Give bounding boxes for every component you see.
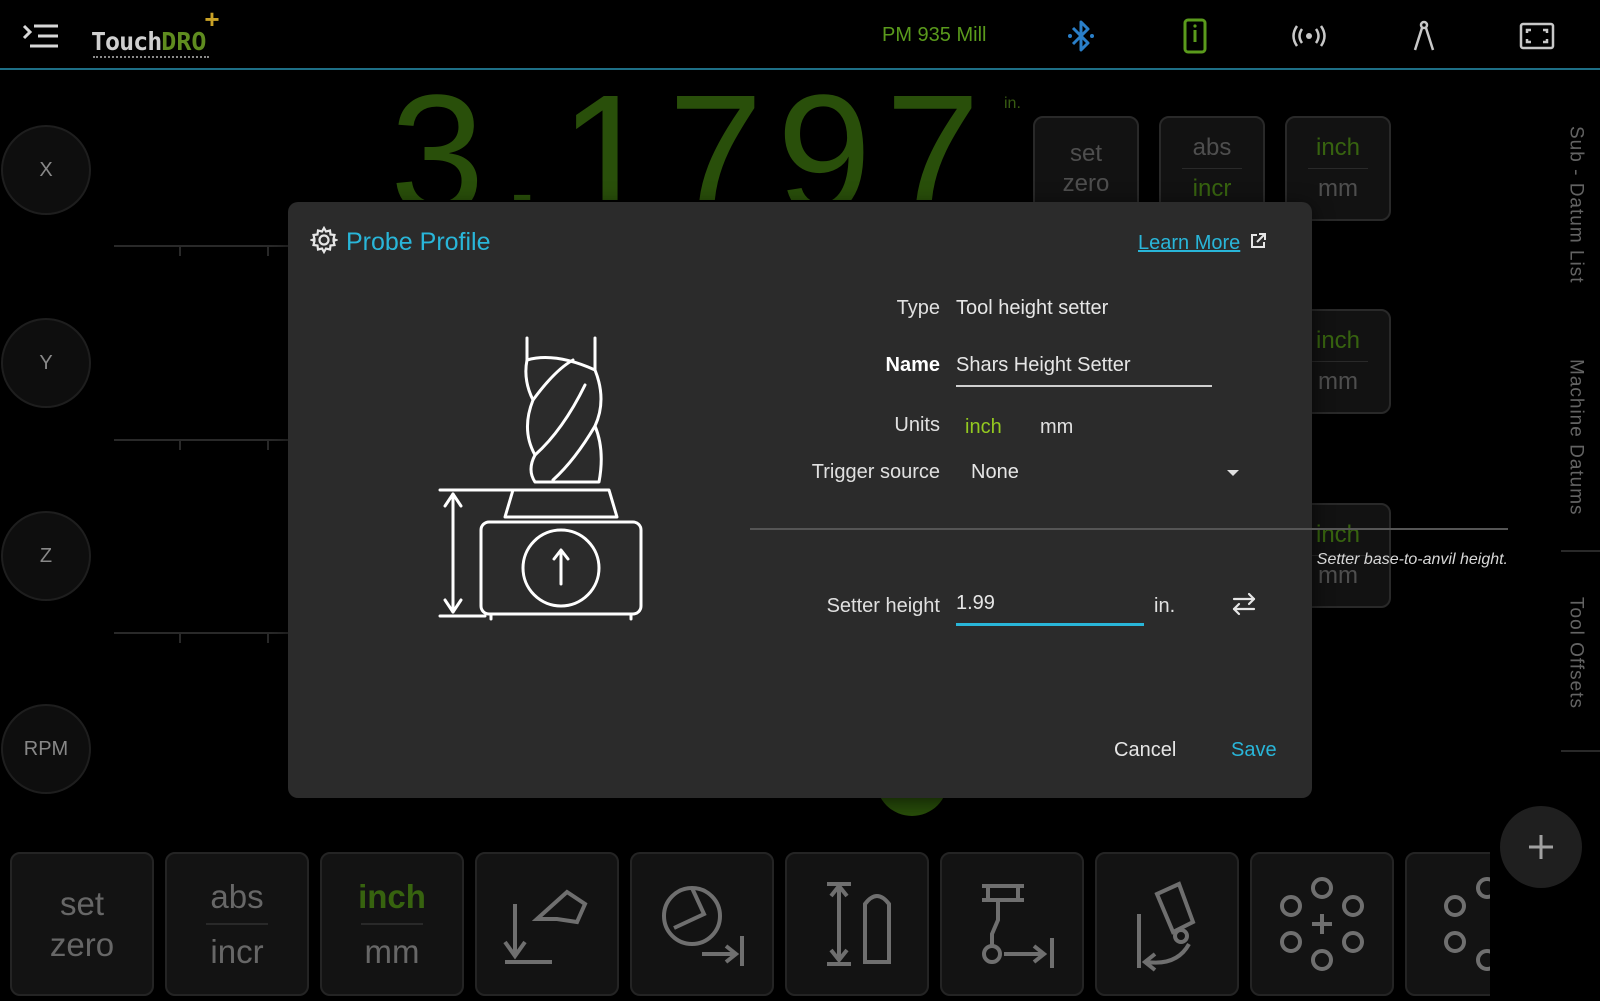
- dropdown-arrow-icon[interactable]: [1227, 470, 1239, 476]
- logo-accent: DRO: [161, 27, 207, 56]
- probe-profile-dialog: Probe Profile Learn More Type Tool heigh…: [288, 202, 1508, 798]
- compass-icon[interactable]: [1404, 16, 1444, 56]
- wireless-icon[interactable]: [1289, 16, 1329, 56]
- menu-icon[interactable]: [20, 18, 64, 54]
- machine-name[interactable]: PM 935 Mill: [882, 24, 986, 47]
- setter-height-hint: Setter base-to-anvil height.: [1316, 551, 1508, 568]
- fullscreen-icon[interactable]: [1517, 16, 1557, 56]
- type-value: Tool height setter: [956, 297, 1109, 319]
- learn-more-link[interactable]: Learn More: [1138, 232, 1267, 255]
- units-label: Units: [894, 414, 940, 436]
- setter-height-input[interactable]: 1.99: [956, 592, 1146, 622]
- unit-inch-option[interactable]: inch: [965, 416, 1002, 439]
- swap-icon[interactable]: [1230, 590, 1258, 618]
- logo-ruler: [93, 54, 209, 58]
- bluetooth-icon[interactable]: [1061, 16, 1101, 56]
- tablet-icon[interactable]: [1175, 16, 1215, 56]
- name-label: Name: [885, 354, 940, 376]
- top-bar: Touch DRO + PM 935 Mill: [0, 0, 1600, 70]
- name-field-underline: [956, 385, 1212, 387]
- dialog-title: Probe Profile: [346, 228, 491, 256]
- name-field[interactable]: Shars Height Setter: [956, 354, 1131, 377]
- learn-more-label: Learn More: [1138, 232, 1241, 254]
- type-label: Type: [896, 297, 940, 319]
- setter-height-unit: in.: [1154, 595, 1176, 617]
- logo-plus: +: [204, 4, 220, 34]
- trigger-source-label: Trigger source: [811, 461, 940, 483]
- setter-height-label: Setter height: [826, 595, 940, 617]
- unit-mm-option[interactable]: mm: [1040, 416, 1073, 439]
- cancel-button[interactable]: Cancel: [1114, 739, 1176, 762]
- section-divider: [750, 528, 1508, 530]
- gear-icon: [309, 225, 339, 259]
- dialog-header: Probe Profile: [309, 225, 491, 259]
- external-link-icon: [1250, 233, 1267, 254]
- setter-height-underline: [956, 623, 1144, 626]
- tool-height-setter-illustration: [435, 330, 655, 630]
- trigger-source-select[interactable]: None: [971, 461, 1019, 484]
- save-button[interactable]: Save: [1231, 739, 1277, 762]
- app-logo: Touch DRO +: [91, 4, 220, 58]
- logo-text: Touch: [91, 27, 162, 56]
